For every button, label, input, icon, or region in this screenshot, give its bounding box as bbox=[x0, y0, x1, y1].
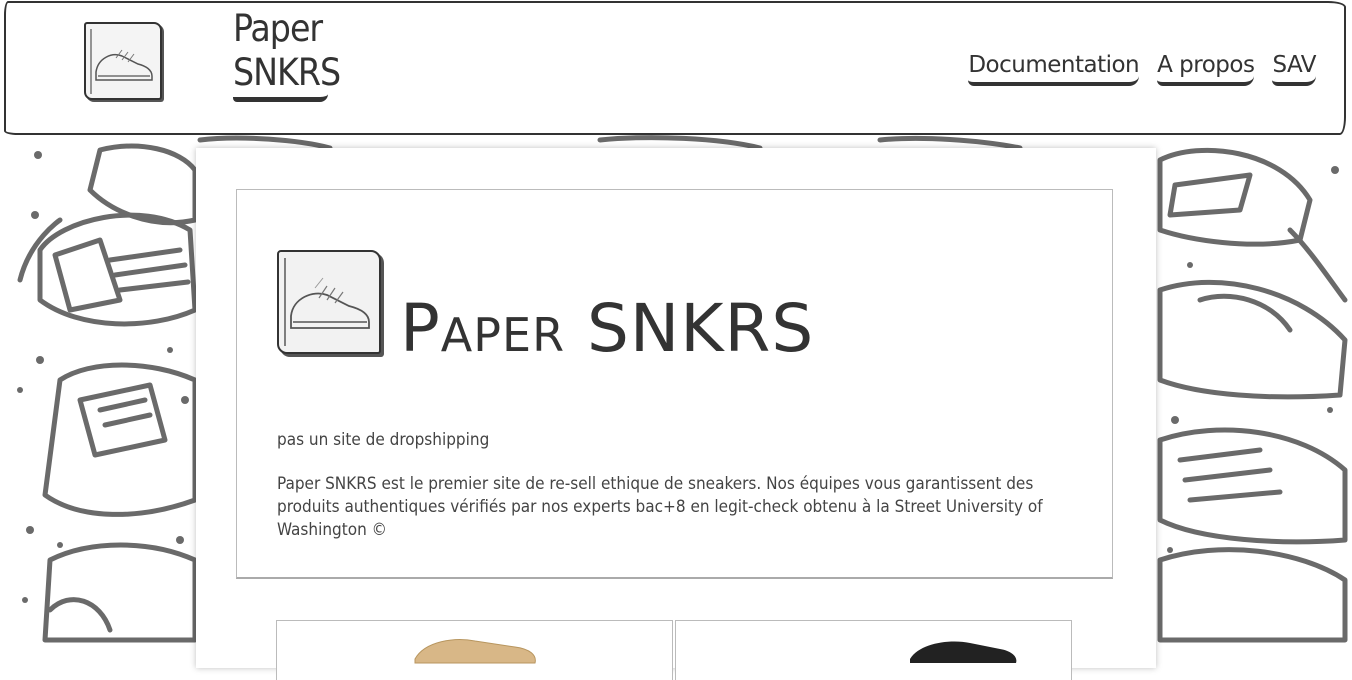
sneaker-tan-icon bbox=[414, 639, 536, 664]
hero-tagline: pas un site de dropshipping bbox=[277, 430, 490, 450]
main-content: Paper SNKRS pas un site de dropshipping … bbox=[196, 148, 1156, 680]
site-logo[interactable] bbox=[84, 22, 162, 100]
brand-line1: Paper bbox=[233, 7, 323, 50]
sneaker-logo-icon bbox=[284, 258, 370, 346]
hero-description: Paper SNKRS est le premier site de re-se… bbox=[277, 474, 1043, 540]
sneaker-black-icon bbox=[910, 641, 1017, 663]
hero-title: Paper SNKRS bbox=[400, 290, 815, 367]
nav-link-a-propos[interactable]: A propos bbox=[1157, 49, 1255, 86]
product-grid bbox=[276, 620, 1072, 680]
nav-links: Documentation A propos SAV bbox=[968, 49, 1316, 86]
hero-logo bbox=[277, 250, 381, 354]
brand-line2: SNKRS bbox=[233, 51, 341, 102]
hero-section: Paper SNKRS pas un site de dropshipping … bbox=[236, 189, 1113, 579]
product-card[interactable] bbox=[675, 620, 1072, 680]
nav-link-documentation[interactable]: Documentation bbox=[968, 49, 1140, 86]
sneaker-logo-icon bbox=[90, 29, 153, 94]
top-navbar: Paper SNKRS Documentation A propos SAV bbox=[4, 1, 1346, 135]
brand-wordmark[interactable]: Paper SNKRS bbox=[233, 7, 341, 102]
product-card[interactable] bbox=[276, 620, 673, 680]
nav-link-sav[interactable]: SAV bbox=[1272, 49, 1316, 86]
